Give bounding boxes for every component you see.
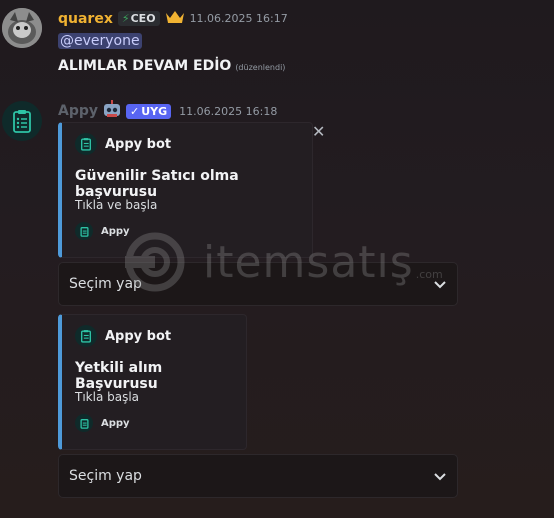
embed-author: Appy bot [75,325,171,347]
robot-icon [102,100,122,122]
app-tag-label: UYG [141,104,168,118]
message-mention-line: @everyone [58,30,142,49]
message-text: ALIMLAR DEVAM EDİO [58,58,232,74]
check-icon: ✓ [130,104,140,118]
embed-title: Yetkili alım Başvurusu [75,360,163,392]
app-tag: ✓ UYG [126,103,172,119]
watermark-suffix: .com [415,267,443,281]
embed-title: Güvenilir Satıcı olma başvurusu [75,168,239,200]
embed-card: Appy bot Yetkili alım Başvurusu Tıkla ba… [58,314,247,450]
select-menu[interactable]: Seçim yap [58,454,458,498]
username[interactable]: quarex [58,11,113,27]
embed-footer-text: Appy [101,417,130,429]
user-avatar[interactable] [2,8,42,48]
timestamp: 11.06.2025 16:17 [189,12,288,25]
clipboard-icon [75,133,97,155]
embed-description: Tıkla ve başla [75,198,158,212]
cat-avatar-icon [2,8,42,48]
message-header: quarex ⚡ CEO 11.06.2025 16:17 [58,9,288,28]
embed-author-name: Appy bot [105,328,172,344]
embed-description: Tıkla başla [75,390,140,404]
role-tag: ⚡ CEO [117,11,160,26]
embed-author: Appy bot [75,133,171,155]
embed-footer: Appy [75,414,130,432]
embed-author-name: Appy bot [105,136,172,152]
role-tag-label: CEO [130,12,156,25]
bolt-icon: ⚡ [121,12,130,25]
clipboard-icon [75,414,93,432]
chevron-down-icon [433,467,447,486]
crown-icon [165,9,185,28]
bot-avatar[interactable] [2,101,42,141]
message-header-bot: Appy ✓ UYG 11.06.2025 16:18 [58,100,277,122]
message-body: ALIMLAR DEVAM EDİO (düzenlendi) [58,58,285,74]
watermark-text: itemsatış [203,236,414,288]
clipboard-icon [75,325,97,347]
close-icon[interactable]: ✕ [312,122,325,141]
watermark: itemsatış .com [117,232,443,292]
clipboard-icon [75,222,93,240]
timestamp: 11.06.2025 16:18 [179,104,278,118]
bot-username[interactable]: Appy [58,103,98,119]
everyone-mention[interactable]: @everyone [58,33,142,49]
edited-label: (düzenlendi) [235,63,286,72]
select-placeholder: Seçim yap [69,468,142,484]
watermark-logo-icon [125,232,185,292]
clipboard-icon [13,110,31,133]
